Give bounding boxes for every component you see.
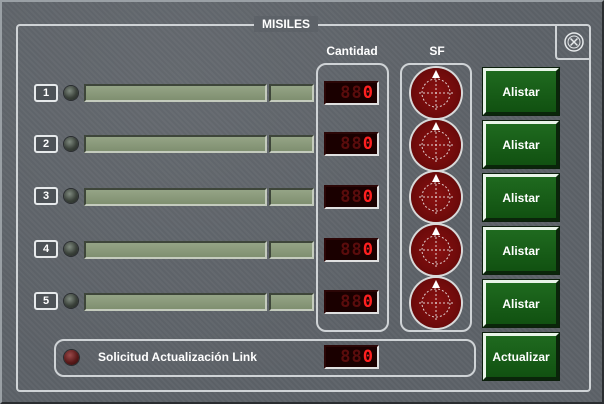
quantity-display: 880 <box>324 290 379 314</box>
cantidad-header: Cantidad <box>326 44 378 58</box>
quantity-display: 880 <box>324 185 379 209</box>
radar-crosshair-icon[interactable] <box>411 68 461 118</box>
alistar-button[interactable]: Alistar <box>482 279 560 328</box>
quantity-display: 880 <box>324 81 379 105</box>
link-request-label: Solicitud Actualización Link <box>98 350 257 364</box>
missile-bar <box>84 135 267 153</box>
missile-bar-short <box>269 293 314 311</box>
row-number: 1 <box>34 84 58 102</box>
alistar-button[interactable]: Alistar <box>482 173 560 222</box>
alistar-button[interactable]: Alistar <box>482 120 560 169</box>
missiles-panel: MISILES Cantidad SF 1 880 Alistar 2 880 … <box>0 0 604 404</box>
link-quantity-display: 880 <box>324 345 379 369</box>
radar-crosshair-icon[interactable] <box>411 172 461 222</box>
panel-title: MISILES <box>254 16 319 32</box>
alistar-button[interactable]: Alistar <box>482 67 560 116</box>
status-led-icon <box>64 189 78 203</box>
row-number: 4 <box>34 240 58 258</box>
row-number: 3 <box>34 187 58 205</box>
missile-bar <box>84 241 267 259</box>
radar-crosshair-icon[interactable] <box>411 225 461 275</box>
missile-bar-short <box>269 241 314 259</box>
quantity-display: 880 <box>324 132 379 156</box>
missile-bar <box>84 293 267 311</box>
close-button[interactable] <box>563 31 585 53</box>
missile-bar-short <box>269 84 314 102</box>
missile-bar <box>84 188 267 206</box>
row-number: 5 <box>34 292 58 310</box>
sf-header: SF <box>429 44 445 58</box>
status-led-icon <box>64 86 78 100</box>
quantity-display: 880 <box>324 238 379 262</box>
status-led-icon <box>64 294 78 308</box>
missile-bar <box>84 84 267 102</box>
radar-crosshair-icon[interactable] <box>411 120 461 170</box>
link-status-led-icon <box>64 350 79 365</box>
missile-bar-short <box>269 135 314 153</box>
status-led-icon <box>64 137 78 151</box>
actualizar-button[interactable]: Actualizar <box>482 332 560 381</box>
alistar-button[interactable]: Alistar <box>482 226 560 275</box>
status-led-icon <box>64 242 78 256</box>
radar-crosshair-icon[interactable] <box>411 278 461 328</box>
missile-bar-short <box>269 188 314 206</box>
row-number: 2 <box>34 135 58 153</box>
close-x-icon <box>564 32 584 52</box>
